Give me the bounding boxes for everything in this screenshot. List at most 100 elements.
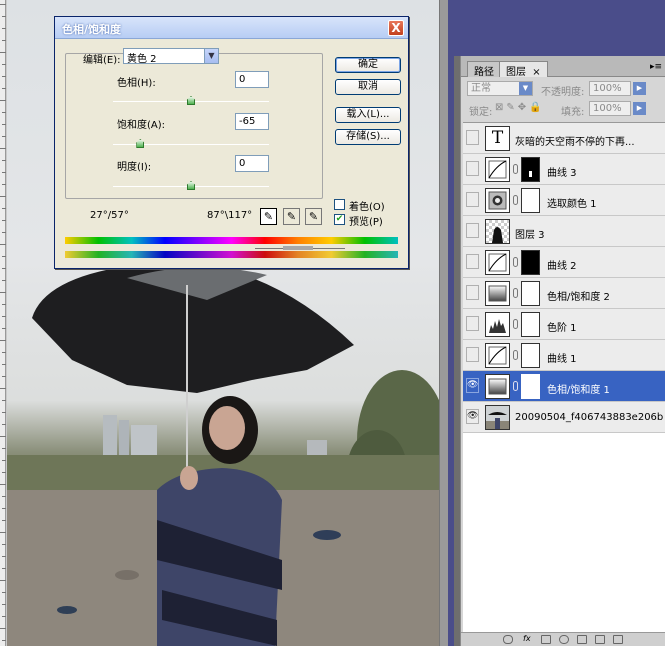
range-falloff-left[interactable] [255, 248, 283, 249]
hue-saturation-icon [485, 374, 510, 399]
layer-name[interactable]: 曲线 1 [547, 350, 577, 365]
layers-panel[interactable]: 路径 图层 × ▸≡ 正常 ▼ 不透明度: 100% ▶ 锁定: ⊠✎✥🔒 填充… [460, 56, 665, 646]
layer-mask-thumbnail[interactable] [521, 250, 540, 275]
visibility-toggle[interactable] [466, 161, 479, 176]
layer-name[interactable]: 灰暗的天空雨不停的下再... [515, 133, 663, 148]
visibility-toggle[interactable] [466, 223, 479, 238]
colorize-checkbox[interactable] [334, 199, 345, 210]
layer-name[interactable]: 色相/饱和度 1 [547, 381, 610, 396]
saturation-input[interactable]: -65 [235, 113, 269, 130]
hue-input[interactable]: 0 [235, 71, 269, 88]
tab-layers[interactable]: 图层 × [499, 61, 548, 78]
add-mask-icon[interactable] [541, 635, 551, 644]
chain-link-icon[interactable] [513, 288, 518, 298]
chain-link-icon[interactable] [513, 350, 518, 360]
eyedropper-icon[interactable]: ✎ [260, 208, 277, 225]
layer-row-selective-color[interactable]: 选取颜色 1 [463, 185, 665, 216]
close-icon[interactable]: × [532, 67, 540, 78]
range-right-readout: 87°\117° [207, 210, 253, 221]
input-color-bar [65, 237, 398, 244]
layer-name[interactable]: 曲线 2 [547, 257, 577, 272]
range-falloff-right[interactable] [313, 248, 345, 249]
trash-icon[interactable] [613, 635, 623, 644]
lock-icons[interactable]: ⊠✎✥🔒 [495, 102, 545, 113]
dialog-titlebar[interactable]: 色相/饱和度 X [55, 17, 408, 39]
layer-mask-thumbnail[interactable] [521, 312, 540, 337]
hue-saturation-dialog[interactable]: 色相/饱和度 X 编辑(E): 黄色 2 ▼ 色相(H): 0 饱和度(A): … [54, 16, 409, 269]
preview-checkbox[interactable]: ✔ [334, 214, 345, 225]
layer-list[interactable]: T 灰暗的天空雨不停的下再... 曲线 3 选取颜色 1 图层 3 曲线 2 色… [463, 122, 665, 632]
layer-name[interactable]: 20090504_f406743883e206b6... [515, 412, 663, 423]
layer-row-hue-sat-1[interactable]: 👁 色相/饱和度 1 [463, 371, 665, 402]
layer-row-curves-2[interactable]: 曲线 2 [463, 247, 665, 278]
chain-link-icon[interactable] [513, 381, 518, 391]
edit-channel-value: 黄色 2 [127, 54, 157, 65]
layer-mask-thumbnail[interactable] [521, 343, 540, 368]
chain-link-icon[interactable] [513, 257, 518, 267]
adjustment-group [65, 53, 323, 199]
link-layers-icon[interactable] [503, 635, 513, 644]
color-range-slider[interactable] [255, 246, 347, 250]
fill-arrow-icon[interactable]: ▶ [633, 102, 646, 115]
visibility-toggle[interactable] [466, 316, 479, 331]
eyedropper-minus-icon[interactable]: ✎ [305, 208, 322, 225]
layer-name[interactable]: 色相/饱和度 2 [547, 288, 610, 303]
layer-row-curves-3[interactable]: 曲线 3 [463, 154, 665, 185]
visibility-toggle[interactable] [466, 192, 479, 207]
layer-row-levels-1[interactable]: 色阶 1 [463, 309, 665, 340]
layer-row-text[interactable]: T 灰暗的天空雨不停的下再... [463, 123, 665, 154]
hue-saturation-icon [485, 281, 510, 306]
adjustment-layer-icon[interactable] [559, 635, 569, 644]
chain-link-icon[interactable] [513, 195, 518, 205]
fx-icon[interactable]: fx [523, 635, 533, 644]
new-group-icon[interactable] [577, 635, 587, 644]
ok-button[interactable]: 确定 [335, 57, 401, 73]
layer-name[interactable]: 曲线 3 [547, 164, 577, 179]
tab-paths[interactable]: 路径 [467, 61, 501, 78]
layer-mask-thumbnail[interactable] [521, 188, 540, 213]
layer-mask-thumbnail[interactable] [521, 374, 540, 399]
opacity-arrow-icon[interactable]: ▶ [633, 82, 646, 95]
output-color-bar [65, 251, 398, 258]
eye-icon[interactable]: 👁 [466, 378, 479, 393]
lock-label: 锁定: [469, 107, 493, 118]
panel-footer: fx [461, 632, 665, 646]
lightness-label: 明度(I): [117, 162, 152, 173]
blend-mode-select[interactable]: 正常 ▼ [467, 81, 533, 96]
visibility-toggle[interactable] [466, 130, 479, 145]
visibility-toggle[interactable] [466, 347, 479, 362]
chain-link-icon[interactable] [513, 164, 518, 174]
saturation-label: 饱和度(A): [117, 120, 166, 131]
new-layer-icon[interactable] [595, 635, 605, 644]
chevron-down-icon[interactable]: ▼ [204, 49, 218, 63]
save-button[interactable]: 存储(S)... [335, 129, 401, 145]
fill-input[interactable]: 100% [589, 101, 631, 116]
lightness-input[interactable]: 0 [235, 155, 269, 172]
visibility-toggle[interactable] [466, 285, 479, 300]
text-layer-thumbnail: T [485, 126, 510, 151]
load-button[interactable]: 载入(L)... [335, 107, 401, 123]
layer-mask-thumbnail[interactable] [521, 157, 540, 182]
chevron-down-icon[interactable]: ▼ [519, 82, 532, 95]
cancel-button[interactable]: 取消 [335, 79, 401, 95]
layer-row-background[interactable]: 👁 20090504_f406743883e206b6... [463, 402, 665, 433]
close-button[interactable]: X [388, 20, 404, 36]
pixel-layer-thumbnail [485, 219, 510, 244]
layer-name[interactable]: 选取颜色 1 [547, 195, 597, 210]
eye-icon[interactable]: 👁 [466, 409, 479, 424]
layer-row-curves-1[interactable]: 曲线 1 [463, 340, 665, 371]
range-core[interactable] [283, 246, 313, 250]
eyedropper-plus-icon[interactable]: ✎ [283, 208, 300, 225]
layer-row-layer-3[interactable]: 图层 3 [463, 216, 665, 247]
opacity-input[interactable]: 100% [589, 81, 631, 96]
layer-mask-thumbnail[interactable] [521, 281, 540, 306]
chain-link-icon[interactable] [513, 319, 518, 329]
dialog-title: 色相/饱和度 [62, 23, 122, 36]
layer-name[interactable]: 色阶 1 [547, 319, 577, 334]
edit-channel-select[interactable]: 黄色 2 ▼ [123, 48, 219, 65]
panel-tab-bar: 路径 图层 × ▸≡ [461, 56, 665, 78]
layer-row-hue-sat-2[interactable]: 色相/饱和度 2 [463, 278, 665, 309]
panel-menu-icon[interactable]: ▸≡ [650, 62, 662, 72]
visibility-toggle[interactable] [466, 254, 479, 269]
layer-name[interactable]: 图层 3 [515, 226, 545, 241]
